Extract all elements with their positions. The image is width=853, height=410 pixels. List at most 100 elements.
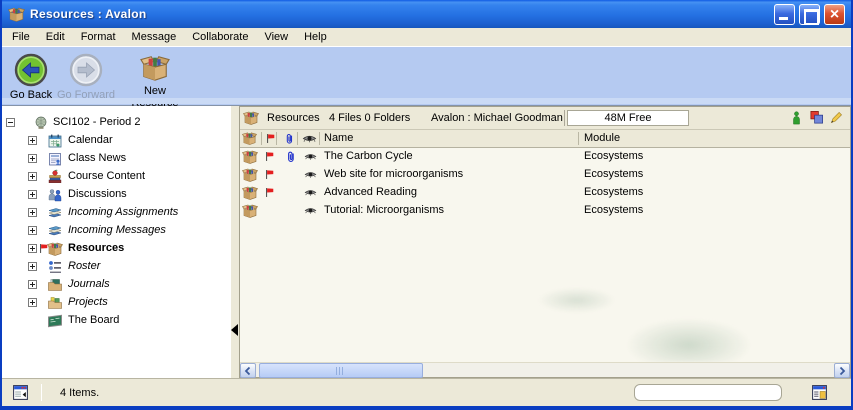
resource-module: Ecosystems	[584, 204, 643, 216]
table-row[interactable]: Advanced Reading Ecosystems	[240, 184, 850, 202]
expand-expander[interactable]	[28, 136, 37, 145]
new-resource-icon	[140, 53, 170, 83]
panel-header: Resources 4 Files 0 Folders Avalon : Mic…	[240, 107, 850, 130]
column-header-module[interactable]: Module	[584, 132, 620, 144]
menu-view[interactable]: View	[256, 29, 296, 45]
tree-item-incoming-assignments[interactable]: Incoming Assignments	[2, 204, 231, 222]
eye-icon[interactable]	[303, 168, 318, 181]
menu-message[interactable]: Message	[124, 29, 185, 45]
resource-box-icon	[242, 203, 258, 219]
resource-box-icon	[243, 110, 259, 126]
flag-icon[interactable]	[264, 186, 275, 199]
resource-box-icon	[242, 185, 258, 201]
collapse-expander[interactable]	[6, 118, 15, 127]
menu-file[interactable]: File	[4, 29, 38, 45]
expand-expander[interactable]	[28, 298, 37, 307]
flag-icon[interactable]	[264, 150, 275, 163]
journal-icon	[47, 277, 63, 293]
status-divider	[41, 384, 42, 401]
items-count-text: 4 Items.	[60, 387, 99, 399]
tree-item-label: Discussions	[68, 188, 127, 200]
expand-expander[interactable]	[28, 244, 37, 253]
people-icon	[47, 187, 63, 203]
close-button[interactable]	[824, 4, 845, 25]
column-divider	[297, 132, 298, 145]
resource-name[interactable]: Web site for microorganisms	[324, 168, 463, 180]
globe-icon	[33, 115, 49, 131]
resources-panel: Resources 4 Files 0 Folders Avalon : Mic…	[239, 106, 851, 378]
scrollbar-track[interactable]	[256, 363, 834, 377]
expand-expander[interactable]	[28, 154, 37, 163]
status-bar: 4 Items.	[2, 378, 851, 406]
layout-toggle-icon[interactable]	[811, 384, 828, 401]
tree-item-the-board[interactable]: The Board	[2, 312, 231, 330]
expand-expander[interactable]	[28, 280, 37, 289]
tree-item-incoming-messages[interactable]: Incoming Messages	[2, 222, 231, 240]
tree-item-course-content[interactable]: Course Content	[2, 168, 231, 186]
eye-icon[interactable]	[303, 204, 318, 217]
toolbar: Go Back Go Forward New Resource	[2, 47, 851, 106]
expand-expander[interactable]	[28, 190, 37, 199]
expand-expander[interactable]	[28, 262, 37, 271]
eye-icon[interactable]	[303, 150, 318, 163]
title-bar[interactable]: Resources : Avalon	[2, 0, 851, 28]
tree-item-projects[interactable]: Projects	[2, 294, 231, 312]
horizontal-scrollbar[interactable]	[240, 362, 850, 377]
column-divider	[276, 132, 277, 145]
go-forward-button[interactable]: Go Forward	[51, 53, 121, 101]
minimize-button[interactable]	[774, 4, 795, 25]
column-divider	[319, 132, 320, 145]
menu-edit[interactable]: Edit	[38, 29, 73, 45]
pencil-icon[interactable]	[829, 110, 844, 125]
resource-module: Ecosystems	[584, 168, 643, 180]
scroll-right-button[interactable]	[834, 363, 850, 378]
person-icon[interactable]	[789, 110, 804, 125]
main-area: SCI102 - Period 2 Calendar Class News Co…	[2, 106, 851, 378]
eye-icon[interactable]	[303, 186, 318, 199]
paperclip-column-icon[interactable]	[283, 131, 296, 146]
file-folder-counts: 4 Files 0 Folders	[329, 112, 410, 124]
tree-item-calendar[interactable]: Calendar	[2, 132, 231, 150]
panel-toggle-icon[interactable]	[12, 384, 29, 401]
tree-item-course-root[interactable]: SCI102 - Period 2	[2, 114, 231, 132]
avalon-watermark	[515, 267, 795, 362]
menu-format[interactable]: Format	[73, 29, 124, 45]
new-resource-button[interactable]: New Resource	[120, 53, 190, 109]
resource-name[interactable]: The Carbon Cycle	[324, 150, 413, 162]
flag-column-icon[interactable]	[265, 131, 276, 146]
copy-icon[interactable]	[809, 110, 824, 125]
expand-expander[interactable]	[28, 226, 37, 235]
expand-expander[interactable]	[28, 208, 37, 217]
expand-expander[interactable]	[28, 172, 37, 181]
column-header-name[interactable]: Name	[324, 132, 353, 144]
resource-name[interactable]: Advanced Reading	[324, 186, 417, 198]
tree-item-label: Incoming Messages	[68, 224, 166, 236]
open-box-icon	[47, 241, 63, 257]
menu-help[interactable]: Help	[296, 29, 335, 45]
eye-column-icon[interactable]	[302, 131, 317, 146]
table-row[interactable]: The Carbon Cycle Ecosystems	[240, 148, 850, 166]
tree-item-journals[interactable]: Journals	[2, 276, 231, 294]
roster-icon	[47, 259, 63, 275]
scrollbar-thumb[interactable]	[259, 363, 423, 378]
scroll-left-button[interactable]	[240, 363, 256, 378]
tree-item-roster[interactable]: Roster	[2, 258, 231, 276]
table-row[interactable]: Web site for microorganisms Ecosystems	[240, 166, 850, 184]
collapse-panel-arrow-icon[interactable]	[231, 324, 238, 336]
tree-item-discussions[interactable]: Discussions	[2, 186, 231, 204]
menu-collaborate[interactable]: Collaborate	[184, 29, 256, 45]
panel-splitter[interactable]	[231, 106, 239, 378]
resource-box-column-icon[interactable]	[242, 131, 257, 146]
tree-item-label: Course Content	[68, 170, 145, 182]
header-divider	[564, 110, 565, 126]
tree-item-label: Projects	[68, 296, 108, 308]
resource-name[interactable]: Tutorial: Microorganisms	[324, 204, 444, 216]
table-row[interactable]: Tutorial: Microorganisms Ecosystems	[240, 202, 850, 220]
panel-title: Resources	[267, 112, 320, 124]
maximize-button[interactable]	[799, 4, 820, 25]
tree-item-class-news[interactable]: Class News	[2, 150, 231, 168]
tree-item-label: Roster	[68, 260, 100, 272]
tree-item-resources[interactable]: Resources	[2, 240, 231, 258]
flag-icon[interactable]	[264, 168, 275, 181]
course-tree: SCI102 - Period 2 Calendar Class News Co…	[2, 106, 231, 378]
